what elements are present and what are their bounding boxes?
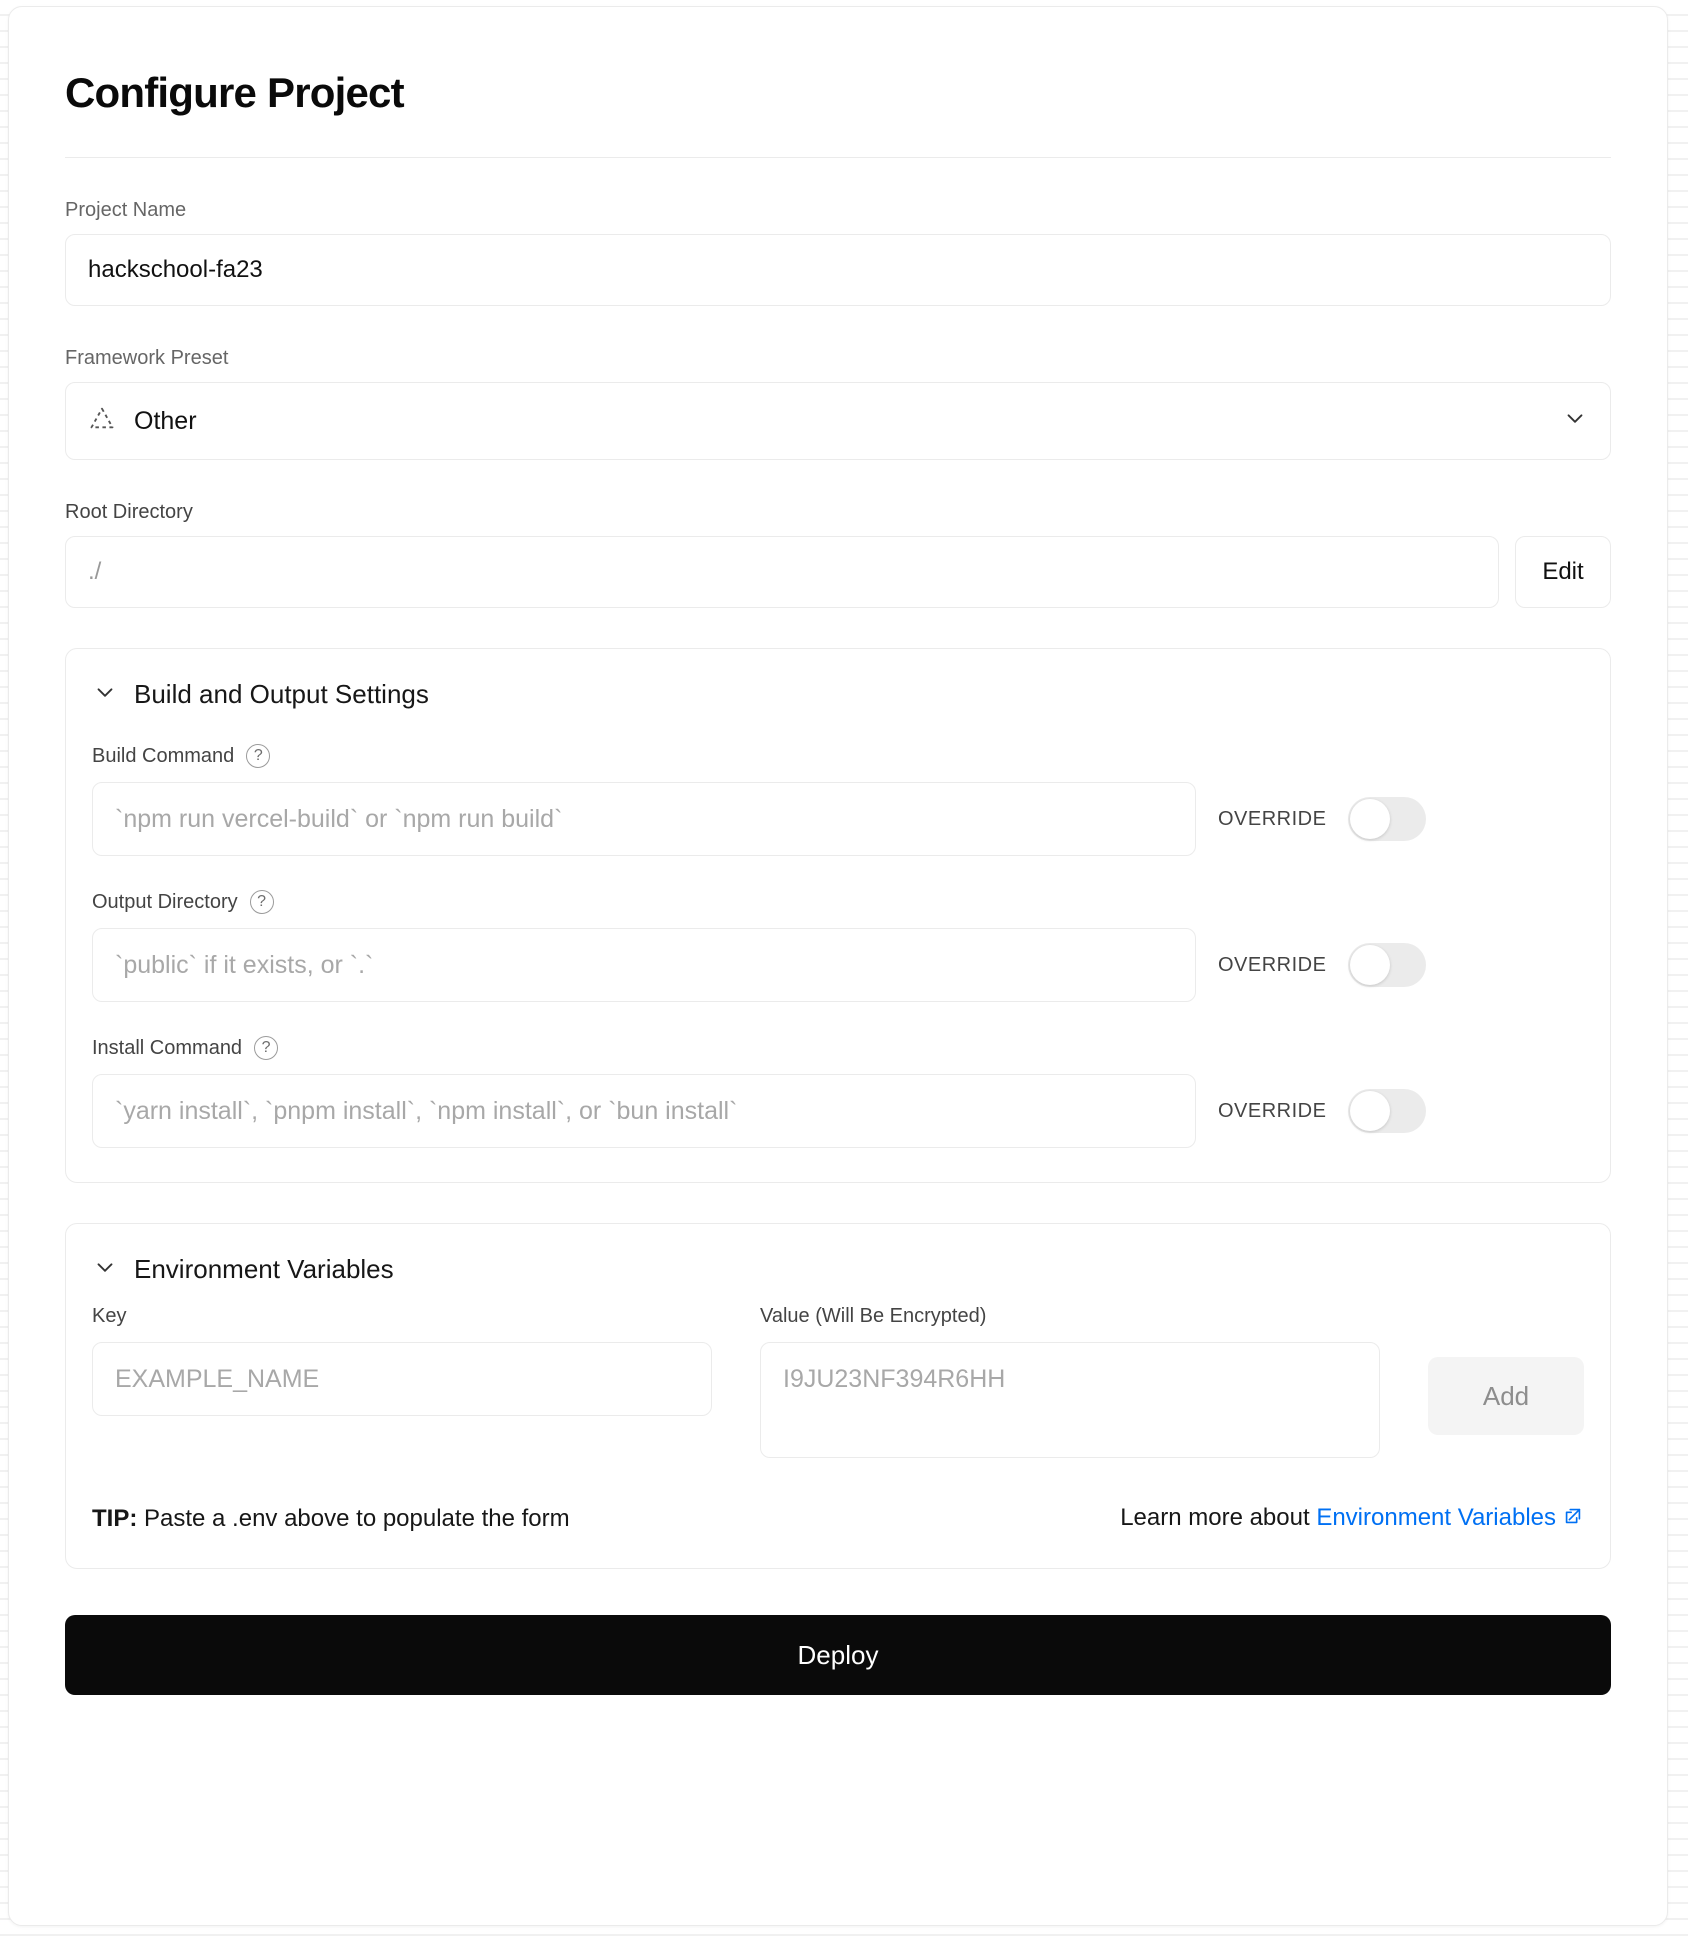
project-name-input[interactable]: hackschool-fa23: [65, 234, 1611, 307]
tip-text: Paste a .env above to populate the form: [144, 1505, 570, 1533]
install-command-input[interactable]: `yarn install`, `pnpm install`, `npm ins…: [92, 1074, 1196, 1149]
build-settings-title: Build and Output Settings: [134, 679, 429, 710]
install-command-label: Install Command: [92, 1036, 243, 1059]
env-value-input[interactable]: I9JU23NF394R6HH: [760, 1342, 1380, 1459]
learn-more-text: Learn more about: [1120, 1504, 1310, 1532]
output-directory-input[interactable]: `public` if it exists, or `.`: [92, 928, 1196, 1003]
framework-preset-label: Framework Preset: [65, 347, 229, 370]
root-directory-label: Root Directory: [65, 501, 193, 524]
help-icon[interactable]: ?: [249, 890, 274, 915]
external-link-icon[interactable]: [1562, 1505, 1584, 1534]
environment-variables-link[interactable]: Environment Variables: [1316, 1504, 1556, 1531]
learn-more-row: Learn more about Environment Variables: [1120, 1504, 1584, 1534]
page-title: Configure Project: [65, 69, 405, 116]
environment-variables-header[interactable]: Environment Variables: [92, 1254, 1584, 1285]
build-command-row: `npm run vercel-build` or `npm run build…: [92, 782, 1584, 857]
env-value-column: Value (Will Be Encrypted) I9JU23NF394R6H…: [760, 1305, 1380, 1459]
environment-variables-panel: Environment Variables Key EXAMPLE_NAME V…: [65, 1223, 1611, 1570]
framework-preset-select[interactable]: Other: [65, 382, 1611, 461]
help-icon[interactable]: ?: [246, 744, 271, 769]
chevron-down-icon: [1562, 405, 1588, 438]
root-directory-input[interactable]: ./: [65, 536, 1499, 609]
build-command-label-row: Build Command ?: [92, 744, 1584, 769]
configure-project-card: Configure Project Project Name hackschoo…: [8, 6, 1668, 1926]
project-name-label: Project Name: [65, 199, 187, 222]
dashed-triangle-icon: [88, 404, 116, 439]
build-settings-header[interactable]: Build and Output Settings: [92, 679, 1584, 710]
override-label: OVERRIDE: [1218, 953, 1327, 976]
title-divider: [65, 157, 1611, 159]
build-command-override-toggle[interactable]: [1348, 797, 1427, 842]
add-env-variable-button[interactable]: Add: [1428, 1357, 1584, 1436]
help-icon[interactable]: ?: [254, 1036, 279, 1061]
override-label: OVERRIDE: [1218, 807, 1327, 830]
chevron-down-icon: [92, 679, 118, 710]
environment-variables-title: Environment Variables: [134, 1254, 394, 1285]
output-directory-label-row: Output Directory ?: [92, 890, 1584, 915]
override-label: OVERRIDE: [1218, 1099, 1327, 1122]
build-command-label: Build Command: [92, 744, 235, 767]
chevron-down-icon: [92, 1254, 118, 1285]
env-value-label: Value (Will Be Encrypted): [760, 1305, 987, 1328]
deploy-button[interactable]: Deploy: [65, 1615, 1611, 1696]
tip-prefix: TIP:: [92, 1505, 138, 1533]
environment-variables-grid: Key EXAMPLE_NAME Value (Will Be Encrypte…: [92, 1305, 1584, 1459]
output-directory-override-toggle[interactable]: [1348, 943, 1427, 988]
env-tip: TIP: Paste a .env above to populate the …: [92, 1505, 570, 1533]
install-command-label-row: Install Command ?: [92, 1036, 1584, 1061]
env-key-input[interactable]: EXAMPLE_NAME: [92, 1342, 712, 1417]
install-command-override: OVERRIDE: [1218, 1089, 1427, 1134]
build-command-override: OVERRIDE: [1218, 797, 1427, 842]
build-and-output-settings-panel: Build and Output Settings Build Command …: [65, 648, 1611, 1184]
install-command-override-toggle[interactable]: [1348, 1089, 1427, 1134]
root-directory-row: ./ Edit: [65, 536, 1611, 609]
env-key-column: Key EXAMPLE_NAME: [92, 1305, 712, 1417]
install-command-row: `yarn install`, `pnpm install`, `npm ins…: [92, 1074, 1584, 1149]
output-directory-override: OVERRIDE: [1218, 943, 1427, 988]
output-directory-label: Output Directory: [92, 890, 238, 913]
env-tip-row: TIP: Paste a .env above to populate the …: [92, 1504, 1584, 1534]
framework-preset-value: Other: [134, 406, 197, 435]
build-command-input[interactable]: `npm run vercel-build` or `npm run build…: [92, 782, 1196, 857]
output-directory-row: `public` if it exists, or `.` OVERRIDE: [92, 928, 1584, 1003]
env-key-label: Key: [92, 1305, 127, 1328]
edit-root-directory-button[interactable]: Edit: [1515, 536, 1611, 609]
